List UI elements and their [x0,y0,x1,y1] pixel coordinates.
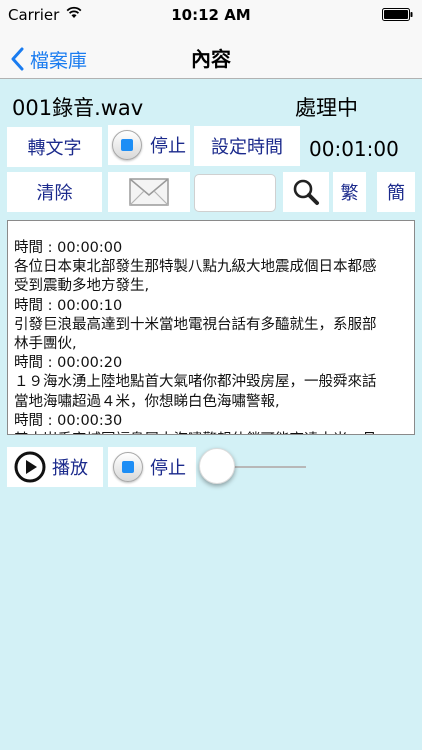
clear-button[interactable]: 清除 [7,172,102,212]
play-icon [14,451,46,483]
back-button-label: 檔案庫 [30,49,88,72]
simplified-chinese-button[interactable]: 簡 [377,172,415,212]
transcript-line: 受到震動多地方發生, [14,278,150,295]
chevron-left-icon [11,47,24,71]
transcript-line: 林手團伙, [14,336,77,353]
clock-label: 10:12 AM [171,6,251,24]
play-button-label: 播放 [52,458,88,479]
transcript-line: 時間 : 00:00:00 [14,240,123,256]
file-name: 001錄音.wav [12,96,144,120]
traditional-chinese-label: 繁 [340,183,359,204]
search-input[interactable] [194,174,276,212]
navigation-bar: 檔案庫 內容 [0,40,422,79]
envelope-icon [129,178,169,206]
search-icon [293,179,319,205]
clear-button-label: 清除 [36,183,73,204]
transcript-line: 各位日本東北部發生那特製八點九級大地震成個日本都感 [14,259,377,276]
set-time-button[interactable]: 設定時間 [194,126,300,166]
stop-icon [112,130,142,160]
stop-recording-label: 停止 [150,136,186,157]
back-button[interactable]: 檔案庫 [10,42,87,76]
traditional-chinese-button[interactable]: 繁 [333,172,366,212]
set-time-label: 設定時間 [211,137,283,158]
stop-playback-icon [113,452,143,482]
stop-playback-button[interactable]: 停止 [108,447,196,487]
transcript-line: 時間 : 00:00:30 [14,412,123,429]
transcript-line: １９海水湧上陸地點首大氣啫你都沖毀房屋，一般舜來話 [14,374,377,391]
simplified-chinese-label: 簡 [387,183,405,204]
transcribe-button[interactable]: 轉文字 [7,127,102,167]
transcript-line: 當地海嘯超過４米，你想睇白色海嘯警報, [14,393,280,410]
transcript-text-area[interactable]: 時間 : 00:00:00 各位日本東北部發生那特製八點九級大地震成個日本都感 受到… [7,220,415,435]
transcribe-button-label: 轉文字 [27,138,82,159]
stop-recording-button[interactable]: 停止 [108,125,190,165]
status-bar: Carrier 10:12 AM [0,0,422,40]
transcript-line: 引發巨浪最高達到十米當地電視台話有多醯就生，系服部 [14,316,377,333]
battery-icon [382,8,413,21]
timer-display: 00:01:00 [309,137,399,161]
email-button[interactable] [108,172,190,212]
play-button[interactable]: 播放 [7,447,103,487]
stop-playback-label: 停止 [150,458,186,479]
playback-slider-thumb[interactable] [199,448,235,484]
search-button[interactable] [283,172,329,212]
transcript-line: 時間 : 00:00:10 [14,297,123,314]
transcript-line: 時間 : 00:00:20 [14,355,123,372]
processing-status: 處理中 [295,96,358,120]
transcript-line: 其中岩手宮城同福島屬大海嘯警報什鎖可能高達十米，月 [14,431,408,434]
